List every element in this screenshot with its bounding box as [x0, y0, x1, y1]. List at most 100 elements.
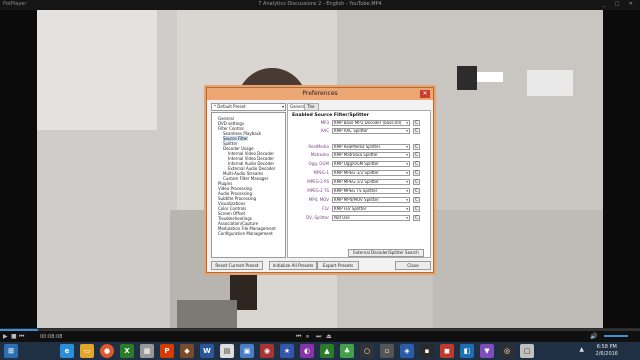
splitter-row-dropdown[interactable]: KMP MPEG TS Splitter ▾	[332, 188, 410, 194]
splitter-row-dropdown[interactable]: KMP MP4/MOV Splitter ▾	[332, 197, 410, 203]
app-icon[interactable]: ▲	[320, 344, 334, 358]
splitter-row-label: Matroska	[310, 152, 329, 157]
player-titlebar[interactable]: PotPlayer 7 Analytics Discussions 2 - En…	[0, 0, 640, 10]
window-controls[interactable]: _ □ ✕	[602, 1, 637, 7]
tray-clock[interactable]: 6:58 PM 2/6/2016	[596, 344, 618, 358]
external-search-button[interactable]: External Decoder/Splitter Search	[348, 249, 424, 257]
chevron-down-icon: ▾	[406, 198, 408, 202]
tree-item[interactable]: Configuration Management	[218, 231, 273, 236]
splitter-row-config-button[interactable]: C	[413, 179, 420, 185]
stop-icon[interactable]: ■	[11, 332, 17, 342]
preset-value: * Default Preset	[214, 104, 246, 109]
settings-tree[interactable]: General DVD settings Filter Control Seamles…	[211, 112, 286, 258]
app-icon[interactable]: ♣	[340, 344, 354, 358]
excel-icon[interactable]: X	[120, 344, 134, 358]
splitter-row-config-button[interactable]: C	[413, 188, 420, 194]
pause-icon[interactable]: ⏸	[306, 332, 309, 342]
next-track-icon[interactable]: ⏭	[316, 332, 321, 342]
video-region	[177, 300, 237, 328]
splitter-row-dropdown[interactable]: Not Use ▾	[332, 215, 410, 221]
seek-bar[interactable]	[0, 329, 640, 331]
taskbar: ⊞ e ▭ ● X ▦ P ◆ W ▤ ▣ ◉ ★ ◐ ▲ ♣ ○ ▫ ◈ ▪ …	[0, 342, 640, 360]
splitter-row-config-button[interactable]: C	[413, 120, 420, 126]
app-icon[interactable]: ◼	[440, 344, 454, 358]
app-icon[interactable]: ◉	[260, 344, 274, 358]
splitter-row-value: KMP MPEG TS Splitter	[334, 188, 378, 193]
preferences-dialog: Preferences ✕ * Default Preset ▾ General…	[206, 87, 434, 273]
splitter-row-config-button[interactable]: C	[413, 128, 420, 134]
splitter-row-config-button[interactable]: C	[413, 197, 420, 203]
preset-dropdown[interactable]: * Default Preset ▾	[211, 103, 286, 111]
video-glitch-block	[477, 72, 503, 82]
play-icon[interactable]: ▶	[3, 332, 8, 342]
splitter-row-dropdown[interactable]: KMP AAC Splitter ▾	[332, 128, 410, 134]
app-icon[interactable]: ◈	[400, 344, 414, 358]
app-icon[interactable]: ▦	[140, 344, 154, 358]
powerpoint-icon[interactable]: P	[160, 344, 174, 358]
splitter-row-label: MPEG-2 TS	[307, 188, 329, 193]
splitter-row-config-button[interactable]: C	[413, 144, 420, 150]
splitter-row-value: KMP AAC Splitter	[334, 128, 368, 133]
app-icon[interactable]: ◎	[500, 344, 514, 358]
splitter-row-config-button[interactable]: C	[413, 152, 420, 158]
dialog-titlebar[interactable]: Preferences ✕	[207, 88, 433, 100]
chevron-down-icon: ▾	[406, 216, 408, 220]
splitter-row-label: MPEG-2 PS	[307, 179, 329, 184]
dialog-title: Preferences	[302, 90, 338, 97]
app-icon[interactable]: ◆	[180, 344, 194, 358]
start-icon[interactable]: ⊞	[4, 344, 18, 358]
export-presets-button[interactable]: Export Presets	[317, 261, 359, 270]
app-icon[interactable]: ▼	[480, 344, 494, 358]
app-icon[interactable]: ▫	[380, 344, 394, 358]
app-icon[interactable]: ★	[280, 344, 294, 358]
video-glitch-block	[527, 70, 573, 96]
splitter-row-label: Ogg, OGM	[308, 161, 329, 166]
chevron-down-icon: ▾	[406, 189, 408, 193]
splitter-row-dropdown[interactable]: KMP Matroska Splitter ▾	[332, 152, 410, 158]
chevron-down-icon: ▾	[406, 121, 408, 125]
splitter-row-config-button[interactable]: C	[413, 215, 420, 221]
splitter-row-dropdown[interactable]: KMP MPEG-1/2 Splitter ▾	[332, 179, 410, 185]
app-icon[interactable]: ○	[360, 344, 374, 358]
splitter-row-dropdown[interactable]: KMP FLV Splitter ▾	[332, 206, 410, 212]
ie-icon[interactable]: e	[60, 344, 74, 358]
eject-icon[interactable]: ⏏	[326, 332, 332, 342]
splitter-row-dropdown[interactable]: KMP Base MP3 Decoder (base.dll) ▾	[332, 120, 410, 126]
app-icon[interactable]: □	[520, 344, 534, 358]
volume-icon[interactable]: 🔊	[590, 332, 597, 342]
chevron-down-icon: ▾	[281, 104, 284, 109]
app-icon[interactable]: ▣	[240, 344, 254, 358]
splitter-row-dropdown[interactable]: KMP Ogg/OGM Splitter ▾	[332, 161, 410, 167]
screen: PotPlayer 7 Analytics Discussions 2 - En…	[0, 0, 640, 360]
splitter-row-config-button[interactable]: C	[413, 206, 420, 212]
app-icon[interactable]: ▪	[420, 344, 434, 358]
calculator-icon[interactable]: ▤	[220, 344, 234, 358]
splitter-row-dropdown[interactable]: KMP MPEG-1/2 Splitter ▾	[332, 170, 410, 176]
word-icon[interactable]: W	[200, 344, 214, 358]
tab-the-rest[interactable]: The Rest	[304, 103, 319, 115]
dialog-close-button[interactable]: ✕	[420, 90, 430, 98]
splitter-row-config-button[interactable]: C	[413, 161, 420, 167]
splitter-row-value: KMP Base MP3 Decoder (base.dll)	[334, 120, 402, 125]
splitter-row-value: KMP RealMedia Splitter	[334, 144, 381, 149]
close-button[interactable]: Close	[395, 261, 431, 270]
app-icon[interactable]: ◐	[300, 344, 314, 358]
tray-chevron-icon[interactable]: ▲	[579, 346, 584, 353]
chevron-down-icon: ▾	[406, 171, 408, 175]
splitter-row-label: MP3	[320, 120, 329, 125]
splitter-row-config-button[interactable]: C	[413, 170, 420, 176]
player-title: 7 Analytics Discussions 2 - English - Yo…	[258, 1, 382, 7]
splitter-row-dropdown[interactable]: KMP RealMedia Splitter ▾	[332, 144, 410, 150]
app-icon[interactable]: ◧	[460, 344, 474, 358]
initialize-presets-button[interactable]: Initialize All Presets	[269, 261, 317, 270]
splitter-row-label: DV, Splitter	[306, 215, 329, 220]
firefox-icon[interactable]: ●	[100, 344, 114, 358]
chevron-down-icon: ▾	[406, 153, 408, 157]
reset-preset-button[interactable]: Reset Current Preset	[211, 261, 263, 270]
splitter-row-value: KMP MPEG-1/2 Splitter	[334, 179, 379, 184]
previous-track-icon[interactable]: ⏮	[296, 332, 301, 342]
previous-icon[interactable]: ⏮	[19, 332, 24, 342]
folder-icon[interactable]: ▭	[80, 344, 94, 358]
volume-slider[interactable]	[604, 335, 628, 337]
splitter-row-value: KMP MP4/MOV Splitter	[334, 197, 379, 202]
